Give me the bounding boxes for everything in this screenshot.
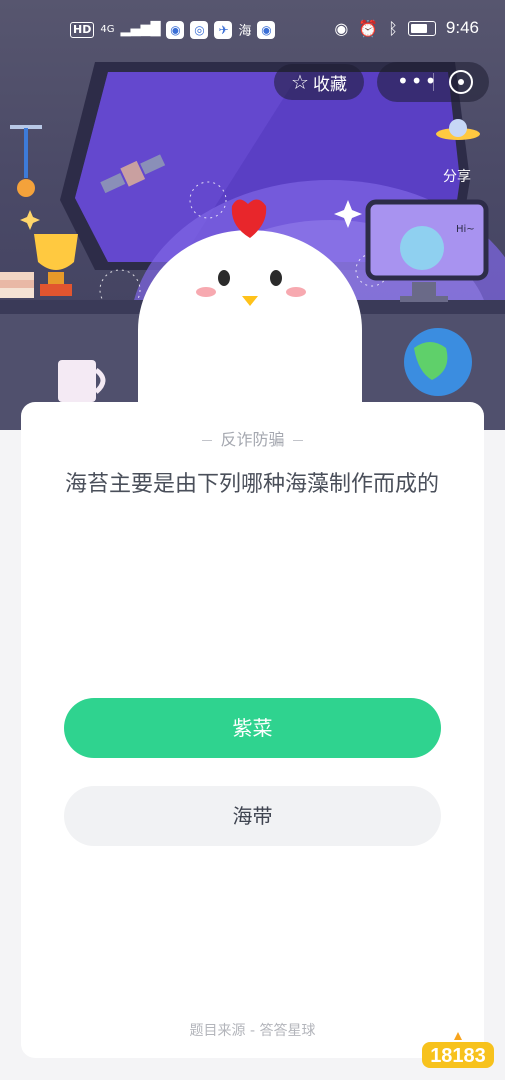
- hd-badge: HD: [70, 21, 95, 38]
- app-icon-1: ◉: [166, 20, 185, 39]
- monitor-tag: Hi~: [456, 224, 475, 235]
- eye-icon: ◉: [334, 18, 349, 38]
- divider-left: [202, 440, 213, 441]
- app-icon-5: ◉: [257, 20, 276, 39]
- answer-option-b[interactable]: 海带: [64, 786, 441, 846]
- signal-bars-icon: ▂▄▆█: [120, 22, 161, 37]
- app-icon-4: 海: [238, 24, 252, 39]
- signal-4g-icon: 4G: [100, 23, 115, 35]
- site-watermark-logo: 18183: [418, 1028, 498, 1072]
- question-text: 海苔主要是由下列哪种海藻制作而成的: [65, 472, 440, 497]
- clock: 9:46: [445, 18, 479, 37]
- star-icon: ☆: [291, 70, 309, 94]
- alarm-icon: ⏰: [358, 18, 379, 38]
- battery-icon: [407, 20, 436, 36]
- miniapp-capsule: •••: [377, 62, 489, 102]
- status-bar: HD 4G ▂▄▆█ ◉ ◎ ✈ 海 ◉ ◉ ⏰ ᛒ 9:46: [0, 0, 505, 60]
- close-icon[interactable]: [449, 70, 473, 94]
- question-category: 反诈防骗: [21, 426, 484, 450]
- svg-text:18183: 18183: [430, 1045, 486, 1067]
- favorite-button[interactable]: ☆ 收藏: [274, 64, 364, 100]
- divider-right: [292, 440, 303, 441]
- share-button[interactable]: 分享: [432, 118, 482, 186]
- share-label: 分享: [443, 169, 471, 185]
- bluetooth-icon: ᛒ: [388, 18, 398, 38]
- app-icon-2: ◎: [190, 20, 209, 39]
- category-label: 反诈防骗: [220, 430, 285, 449]
- capsule-divider: [433, 73, 434, 91]
- app-icon-3: ✈: [214, 20, 233, 39]
- question-card: 反诈防骗 海苔主要是由下列哪种海藻制作而成的 紫菜 海带 题目来源 - 答答星球: [21, 402, 484, 1058]
- question-source: 题目来源 - 答答星球: [189, 1023, 316, 1039]
- favorite-label: 收藏: [312, 74, 347, 95]
- answer-option-a[interactable]: 紫菜: [64, 698, 441, 758]
